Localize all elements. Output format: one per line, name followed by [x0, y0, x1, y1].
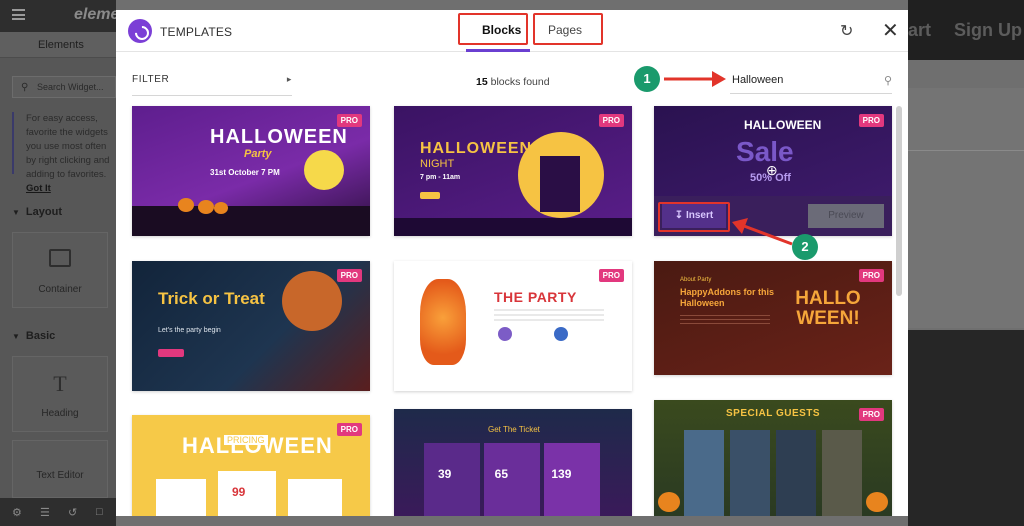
- canvas-start-link: art: [908, 20, 932, 40]
- layers-icon[interactable]: ☰: [40, 506, 50, 519]
- arrow-to-insert: [732, 218, 793, 246]
- tip-text: For easy access, favorite the widgets yo…: [26, 113, 110, 180]
- section-basic-label: Basic: [25, 330, 56, 342]
- search-icon: ⚲: [21, 82, 29, 93]
- heading-icon: T: [53, 371, 67, 396]
- panel-footer: ⚙ ☰ ↺ □: [0, 498, 116, 526]
- widget-heading-label: Heading: [41, 408, 79, 419]
- panel-tabs: Elements: [0, 32, 116, 58]
- canvas-signup-link: Sign Up: [954, 20, 1022, 40]
- container-icon: [49, 249, 71, 267]
- widget-panel: eleme Elements ⚲ Search Widget... For ea…: [0, 0, 120, 526]
- widget-container[interactable]: Container: [12, 232, 108, 308]
- templates-modal: TEMPLATES Blocks Pages ↻ ✕ FILTER ▸ 15 b…: [116, 10, 908, 516]
- section-layout-label: Layout: [25, 206, 62, 218]
- widget-container-label: Container: [38, 284, 82, 295]
- section-basic[interactable]: ▼ Basic: [12, 330, 55, 342]
- elementor-logo: eleme: [74, 6, 120, 23]
- canvas-divider: [908, 150, 1024, 151]
- widget-heading[interactable]: T Heading: [12, 356, 108, 432]
- history-icon[interactable]: ↺: [68, 506, 77, 519]
- favorites-tip: For easy access, favorite the widgets yo…: [12, 112, 116, 194]
- widget-text-editor[interactable]: Text Editor: [12, 440, 108, 498]
- widget-text-editor-label: Text Editor: [36, 470, 84, 481]
- caret-down-icon: ▼: [12, 208, 20, 217]
- section-layout[interactable]: ▼ Layout: [12, 206, 62, 218]
- panel-header: eleme: [0, 0, 120, 32]
- widget-search-placeholder: Search Widget...: [37, 82, 104, 92]
- widget-search-input[interactable]: ⚲ Search Widget...: [12, 76, 116, 98]
- canvas-footer: [908, 330, 1024, 526]
- responsive-icon[interactable]: □: [96, 506, 103, 518]
- canvas-section: [908, 88, 1024, 328]
- arrow-to-search: [664, 71, 726, 87]
- menu-icon[interactable]: [12, 9, 25, 20]
- settings-icon[interactable]: ⚙: [12, 506, 22, 519]
- tab-elements[interactable]: Elements: [38, 39, 84, 51]
- tip-got-it-link[interactable]: Got It: [26, 183, 51, 194]
- annotation-arrows: [664, 71, 793, 246]
- caret-down-icon: ▼: [12, 332, 20, 341]
